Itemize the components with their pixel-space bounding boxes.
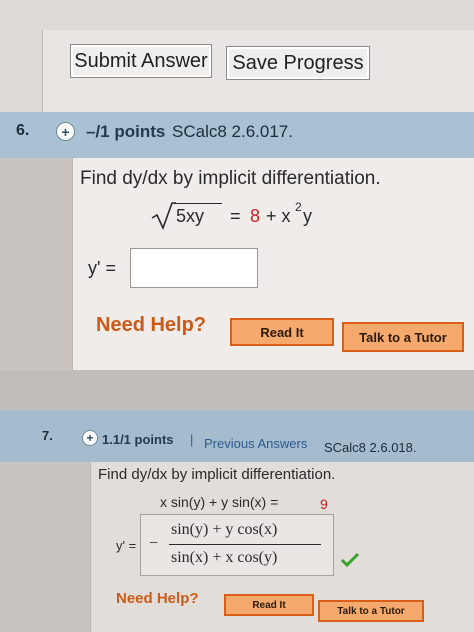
question-7-equation: x sin(y) + y sin(x) = xyxy=(160,494,279,510)
fraction-bar xyxy=(169,544,321,545)
equation-constant: 8 xyxy=(250,206,261,226)
submit-answer-button[interactable]: Submit Answer xyxy=(70,44,212,78)
answer-minus: − xyxy=(149,535,159,552)
question-6-tutor-button[interactable]: Talk to a Tutor xyxy=(342,322,464,352)
question-6-number: 6. xyxy=(16,122,30,139)
question-6-code: SCalc8 2.6.017. xyxy=(172,122,293,141)
tutor-label: Talk to a Tutor xyxy=(337,605,405,617)
equation-radicand: 5xy xyxy=(176,206,205,226)
read-it-label: Read It xyxy=(252,599,286,611)
expand-plus-icon[interactable]: + xyxy=(56,122,75,141)
question-7-separator: | xyxy=(190,432,194,447)
answer-numerator: sin(y) + y cos(x) xyxy=(171,521,278,538)
question-7-tutor-button[interactable]: Talk to a Tutor xyxy=(318,600,424,622)
sqrt-radical-icon xyxy=(151,202,176,230)
question-6-equation: 5xy = 8 + x 2 y xyxy=(150,200,380,234)
question-7-need-help: Need Help? xyxy=(116,590,199,607)
card-gap xyxy=(0,370,474,410)
question-6-need-help: Need Help? xyxy=(96,314,207,336)
question-7-equation-constant: 9 xyxy=(320,496,328,512)
question-6-prompt: Find dy/dx by implicit differentiation. xyxy=(80,168,381,189)
question-7-number: 7. xyxy=(42,428,53,443)
question-7-prompt: Find dy/dx by implicit differentiation. xyxy=(98,466,336,483)
read-it-label: Read It xyxy=(260,324,304,340)
equation-exponent: 2 xyxy=(295,200,302,214)
question-6-read-it-button[interactable]: Read It xyxy=(230,318,334,346)
question-6-answer-input[interactable] xyxy=(130,248,258,288)
equation-tail: y xyxy=(303,206,312,226)
question-7-read-it-button[interactable]: Read It xyxy=(224,594,314,616)
previous-answers-link[interactable]: Previous Answers xyxy=(204,436,307,451)
correct-check-icon xyxy=(340,552,360,568)
question-7-code: SCalc8 2.6.018. xyxy=(324,440,417,455)
question-6-answer-label: y' = xyxy=(88,258,116,278)
question-7-points: 1.1/1 points xyxy=(102,432,174,447)
equation-rest: + x xyxy=(266,206,291,226)
answer-denominator: sin(x) + x cos(y) xyxy=(171,549,278,566)
equation-equals: = xyxy=(230,206,241,226)
question-6-points: –/1 points xyxy=(86,122,166,141)
expand-plus-icon[interactable]: + xyxy=(82,430,98,446)
tutor-label: Talk to a Tutor xyxy=(359,329,447,345)
question-7-answer-box[interactable]: − sin(y) + y cos(x) sin(x) + x cos(y) xyxy=(140,514,334,576)
question-7-answer-label: y' = xyxy=(116,538,137,553)
save-progress-button[interactable]: Save Progress xyxy=(226,46,370,80)
